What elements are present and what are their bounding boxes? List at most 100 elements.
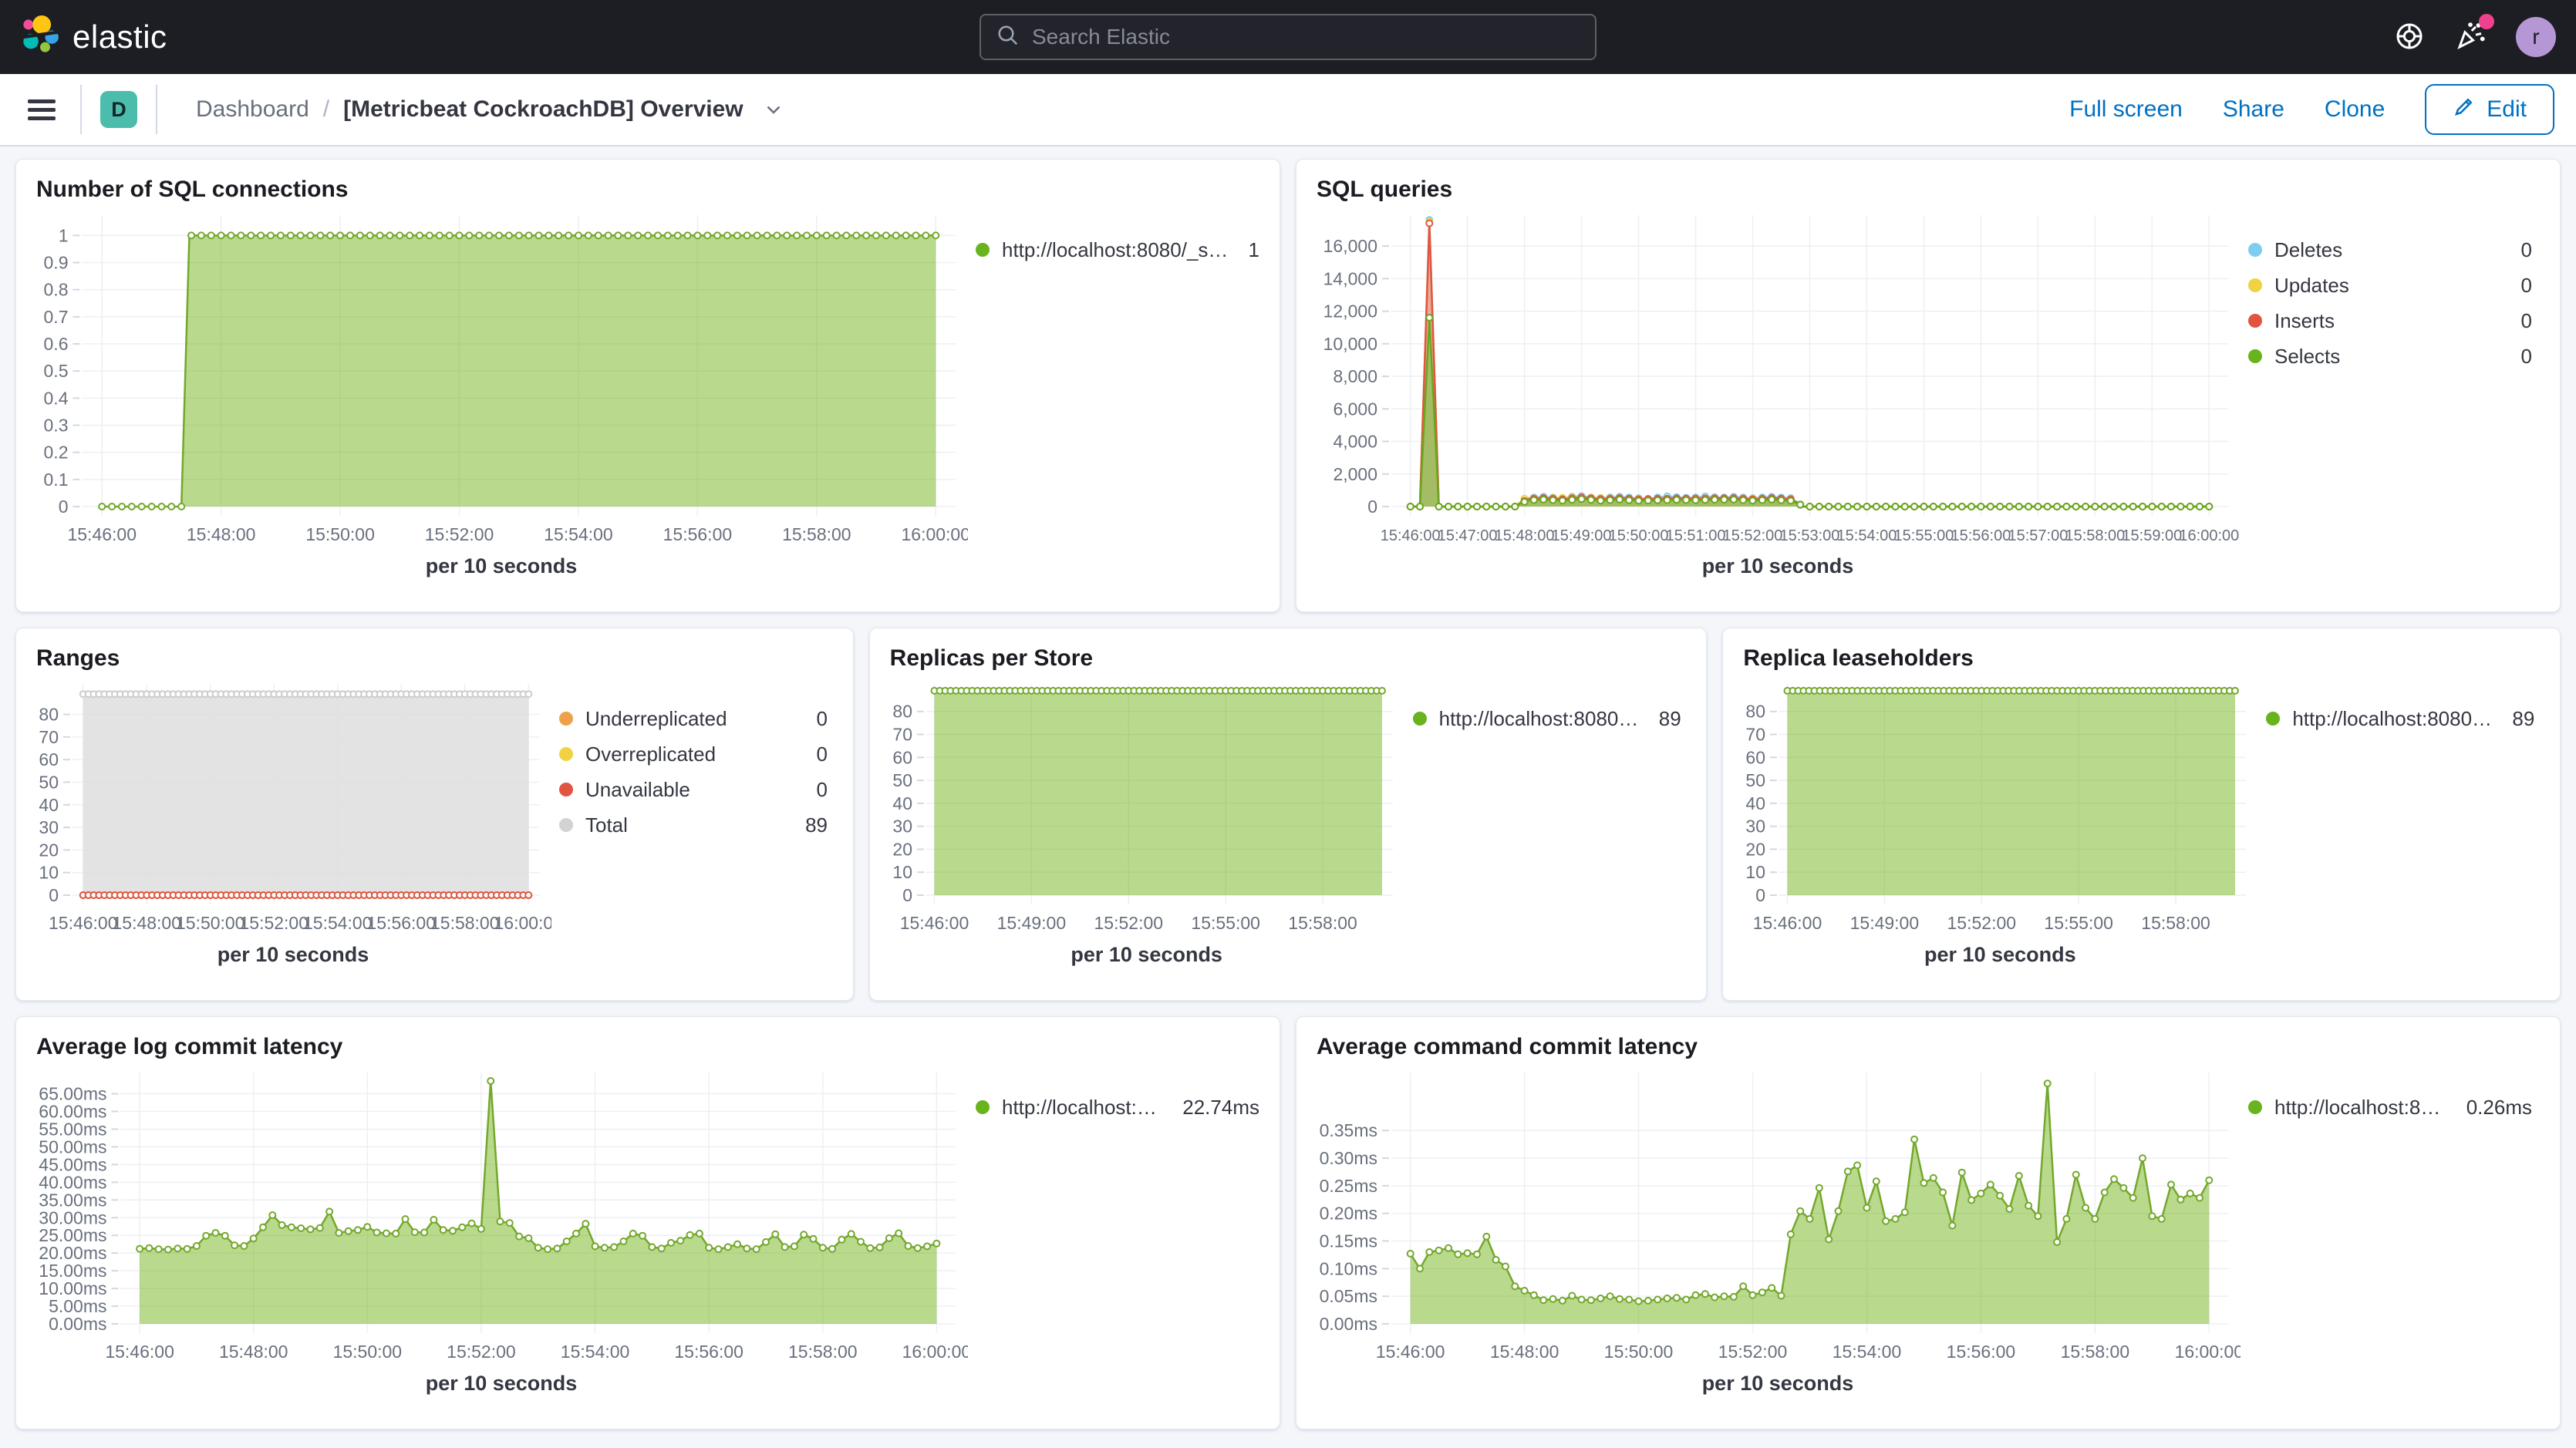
chevron-down-icon xyxy=(762,97,785,123)
svg-text:15:55:00: 15:55:00 xyxy=(1191,913,1260,933)
legend-label: Total xyxy=(585,813,785,837)
legend-swatch xyxy=(559,783,573,796)
svg-text:16:00:00: 16:00:00 xyxy=(902,1342,968,1362)
menu-button[interactable] xyxy=(22,89,62,131)
clone-button[interactable]: Clone xyxy=(2325,96,2385,123)
svg-text:15:48:00: 15:48:00 xyxy=(187,524,256,544)
svg-text:6,000: 6,000 xyxy=(1333,399,1377,419)
svg-text:2,000: 2,000 xyxy=(1333,464,1377,484)
search-input[interactable] xyxy=(1032,25,1580,49)
elastic-home-link[interactable]: elastic xyxy=(20,15,167,59)
svg-text:15:54:00: 15:54:00 xyxy=(1837,527,1897,544)
panel-title: SQL queries xyxy=(1317,177,2541,203)
svg-text:0.20ms: 0.20ms xyxy=(1320,1204,1377,1224)
legend-swatch xyxy=(559,818,573,832)
badge-letter: D xyxy=(111,98,126,122)
legend-item[interactable]: http://localhost:8080...0.26ms xyxy=(2248,1089,2532,1125)
x-axis-label: per 10 seconds xyxy=(888,943,1405,967)
svg-text:16:00:00: 16:00:00 xyxy=(494,913,551,933)
legend-value: 0 xyxy=(2521,309,2532,333)
title-menu-button[interactable] xyxy=(762,97,785,123)
svg-text:0.9: 0.9 xyxy=(44,253,69,273)
breadcrumb-dashboard-link[interactable]: Dashboard xyxy=(196,96,309,123)
svg-text:1: 1 xyxy=(59,225,69,245)
panel-log-commit-latency: Average log commit latency 0.00ms5.00ms1… xyxy=(15,1016,1280,1429)
chart-legend: http://localhost:8080/_stat...1 xyxy=(968,204,1261,598)
svg-text:16,000: 16,000 xyxy=(1323,236,1377,256)
chart-canvas-replicas[interactable]: 0102030405060708015:46:0015:49:0015:52:0… xyxy=(888,673,1405,940)
svg-text:15:56:00: 15:56:00 xyxy=(366,913,436,933)
svg-text:15:49:00: 15:49:00 xyxy=(1552,527,1612,544)
pencil-icon xyxy=(2453,95,2476,124)
svg-text:15:58:00: 15:58:00 xyxy=(2142,913,2211,933)
svg-text:15.00ms: 15.00ms xyxy=(39,1261,106,1281)
svg-text:15:48:00: 15:48:00 xyxy=(1495,527,1555,544)
legend-item[interactable]: Inserts0 xyxy=(2248,303,2532,338)
panel-title: Ranges xyxy=(36,645,835,672)
legend-label: Unavailable xyxy=(585,778,797,802)
svg-text:30: 30 xyxy=(1746,817,1766,837)
panel-ranges: Ranges 0102030405060708015:46:0015:48:00… xyxy=(15,628,854,1001)
svg-text:0.8: 0.8 xyxy=(44,280,69,300)
chart-canvas-command-latency[interactable]: 0.00ms0.05ms0.10ms0.15ms0.20ms0.25ms0.30… xyxy=(1315,1062,2241,1369)
svg-text:60: 60 xyxy=(1746,747,1766,767)
chart-canvas-sql-queries[interactable]: 02,0004,0006,0008,00010,00012,00014,0001… xyxy=(1315,204,2241,551)
breadcrumb: Dashboard / [Metricbeat CockroachDB] Ove… xyxy=(196,96,785,123)
svg-text:15:46:00: 15:46:00 xyxy=(1753,913,1822,933)
panel-command-commit-latency: Average command commit latency 0.00ms0.0… xyxy=(1296,1016,2561,1429)
legend-item[interactable]: Underreplicated0 xyxy=(559,701,828,736)
legend-value: 0 xyxy=(2521,274,2532,298)
announcements-button[interactable] xyxy=(2454,20,2487,55)
avatar-initial: r xyxy=(2532,25,2539,49)
legend-label: Deletes xyxy=(2274,238,2501,262)
chart-canvas-sql-connections[interactable]: 00.10.20.30.40.50.60.70.80.9115:46:0015:… xyxy=(35,204,968,551)
legend-item[interactable]: Selects0 xyxy=(2248,338,2532,374)
svg-text:15:50:00: 15:50:00 xyxy=(176,913,245,933)
svg-text:10.00ms: 10.00ms xyxy=(39,1278,106,1298)
legend-item[interactable]: Overreplicated0 xyxy=(559,736,828,772)
dashboard-app-badge[interactable]: D xyxy=(100,91,137,128)
brand-text: elastic xyxy=(72,19,167,56)
chart-canvas-ranges[interactable]: 0102030405060708015:46:0015:48:0015:50:0… xyxy=(35,673,551,940)
legend-value: 0 xyxy=(817,778,828,802)
legend-value: 89 xyxy=(1659,707,1681,731)
help-button[interactable] xyxy=(2394,21,2425,54)
svg-text:50: 50 xyxy=(39,772,59,792)
legend-swatch xyxy=(2248,1100,2262,1114)
svg-text:15:46:00: 15:46:00 xyxy=(67,524,137,544)
chart-canvas-leaseholders[interactable]: 0102030405060708015:46:0015:49:0015:52:0… xyxy=(1741,673,2258,940)
dashboard-toolbar: D Dashboard / [Metricbeat CockroachDB] O… xyxy=(0,74,2576,146)
edit-label: Edit xyxy=(2487,96,2527,123)
legend-item[interactable]: http://localhost:8080/_sta... 89 xyxy=(1413,701,1681,736)
svg-text:15:51:00: 15:51:00 xyxy=(1666,527,1726,544)
share-button[interactable]: Share xyxy=(2223,96,2284,123)
svg-text:15:52:00: 15:52:00 xyxy=(1947,913,2017,933)
svg-text:0.00ms: 0.00ms xyxy=(49,1314,106,1334)
legend-label: http://localhost:8080/_sta... xyxy=(1439,707,1639,731)
svg-text:15:50:00: 15:50:00 xyxy=(333,1342,403,1362)
panel-sql-queries: SQL queries 02,0004,0006,0008,00010,0001… xyxy=(1296,159,2561,612)
svg-text:20: 20 xyxy=(39,840,59,860)
user-avatar[interactable]: r xyxy=(2516,17,2556,57)
legend-item[interactable]: http://localhost:8080/_stat...1 xyxy=(976,232,1259,268)
legend-item[interactable]: http://localhost:808...22.74ms xyxy=(976,1089,1259,1125)
legend-item[interactable]: http://localhost:8080/_sta...89 xyxy=(2266,701,2534,736)
x-axis-label: per 10 seconds xyxy=(35,554,968,578)
svg-text:16:00:00: 16:00:00 xyxy=(2175,1342,2241,1362)
legend-swatch xyxy=(559,712,573,726)
svg-text:50: 50 xyxy=(892,770,912,790)
legend-item[interactable]: Deletes0 xyxy=(2248,232,2532,268)
full-screen-button[interactable]: Full screen xyxy=(2069,96,2183,123)
legend-item[interactable]: Unavailable 0 xyxy=(559,772,828,807)
legend-item[interactable]: Updates0 xyxy=(2248,268,2532,303)
legend-value: 0 xyxy=(2521,345,2532,369)
svg-text:80: 80 xyxy=(39,705,59,725)
edit-button[interactable]: Edit xyxy=(2425,84,2554,135)
svg-text:10: 10 xyxy=(1746,862,1766,882)
breadcrumb-separator: / xyxy=(323,96,329,123)
svg-text:5.00ms: 5.00ms xyxy=(49,1296,106,1316)
legend-item[interactable]: Total89 xyxy=(559,807,828,843)
svg-text:25.00ms: 25.00ms xyxy=(39,1225,106,1245)
chart-canvas-log-latency[interactable]: 0.00ms5.00ms10.00ms15.00ms20.00ms25.00ms… xyxy=(35,1062,968,1369)
svg-text:15:50:00: 15:50:00 xyxy=(1609,527,1669,544)
